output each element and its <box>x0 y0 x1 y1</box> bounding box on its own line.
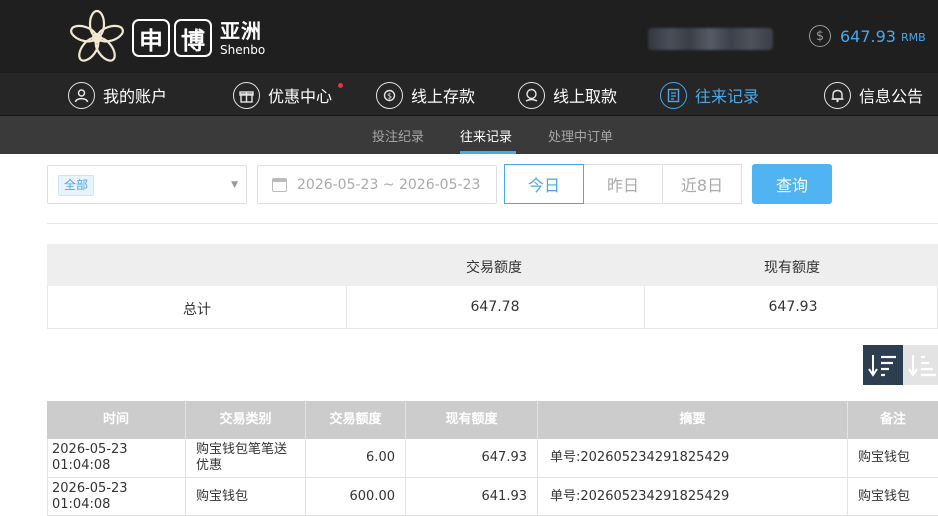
column-header-current-amount[interactable]: 现有额度 <box>406 401 538 439</box>
sort-ascending-button[interactable] <box>903 345 938 385</box>
date-range-picker[interactable]: 2026-05-23 ~ 2026-05-23 <box>257 165 497 204</box>
yesterday-button[interactable]: 昨日 <box>583 164 663 204</box>
active-tab-indicator <box>460 151 516 154</box>
divider <box>47 223 938 224</box>
selected-type-tag: 全部 <box>58 175 95 196</box>
logo-char-1: 申 <box>132 19 170 57</box>
column-header-time[interactable]: 时间 <box>47 401 186 439</box>
logo-char-2: 博 <box>174 19 212 57</box>
balance-amount: 647.93 <box>840 26 896 46</box>
nav-item-promotions[interactable]: 优惠中心 <box>233 81 332 109</box>
cell-summary: 单号:202605234291825429 <box>550 488 730 504</box>
sort-asc-icon <box>908 355 936 377</box>
summary-row: 总计 647.78 647.93 <box>47 286 938 329</box>
query-button[interactable]: 查询 <box>752 164 832 204</box>
table-row: 2026-05-23 01:04:08 购宝钱包笔笔送优惠 6.00 647.9… <box>47 439 938 478</box>
column-header-remark[interactable]: 备注 <box>848 401 938 439</box>
summary-header: 交易额度 现有额度 <box>47 244 938 286</box>
deposit-icon: $ <box>376 81 403 109</box>
cell-trade-amount: 600.00 <box>349 488 396 504</box>
svg-text:$: $ <box>387 91 392 100</box>
cell-trade-amount: 6.00 <box>366 450 395 465</box>
logo-cn-text: 亚洲 <box>220 18 262 43</box>
summary-total-label: 总计 <box>183 302 211 318</box>
site-logo[interactable]: 申 博 亚洲 Shenbo <box>66 8 265 68</box>
balance-currency: RMB <box>900 31 926 44</box>
date-range-value: 2026-05-23 ~ 2026-05-23 <box>297 176 481 193</box>
tab-transaction-records[interactable]: 往来记录 <box>460 126 512 145</box>
cell-time: 2026-05-23 01:04:08 <box>52 442 128 473</box>
cell-time: 2026-05-23 01:04:08 <box>52 480 128 512</box>
main-nav: 我的账户 优惠中心 $ 线上存款 线上取款 往来记录 信息公告 <box>0 73 938 116</box>
nav-label: 优惠中心 <box>268 87 333 106</box>
cell-summary: 单号:202605234291825429 <box>550 450 730 465</box>
sub-nav: 投注纪录 往来记录 处理中订单 <box>0 116 938 154</box>
bell-icon <box>824 81 851 109</box>
nav-label: 线上取款 <box>553 87 618 106</box>
calendar-icon <box>272 177 287 192</box>
nav-label: 线上存款 <box>411 87 476 106</box>
cell-current-amount: 647.93 <box>481 450 528 465</box>
cell-current-amount: 641.93 <box>481 488 528 504</box>
sort-desc-icon <box>868 355 896 377</box>
flower-logo-icon <box>70 9 124 62</box>
gift-icon <box>233 81 260 109</box>
summary-current-amount: 647.93 <box>768 299 818 315</box>
user-icon <box>68 81 95 109</box>
nav-item-my-account[interactable]: 我的账户 <box>68 81 167 109</box>
cell-remark: 购宝钱包 <box>858 488 911 504</box>
tab-bet-records[interactable]: 投注纪录 <box>372 126 424 145</box>
cell-type: 购宝钱包笔笔送优惠 <box>196 442 288 473</box>
balance-display: $ 647.93 RMB <box>809 25 926 47</box>
column-header-summary[interactable]: 摘要 <box>538 401 848 439</box>
notification-dot <box>338 83 343 88</box>
summary-header-current: 现有额度 <box>764 260 820 276</box>
sort-descending-button[interactable] <box>863 345 903 385</box>
nav-item-announcements[interactable]: 信息公告 <box>824 81 923 109</box>
records-table-header: 时间 交易类别 交易额度 现有额度 摘要 备注 <box>47 401 938 439</box>
records-icon <box>660 81 687 109</box>
nav-label: 信息公告 <box>859 87 924 106</box>
cell-type: 购宝钱包 <box>196 488 249 504</box>
nav-item-deposit[interactable]: $ 线上存款 <box>376 81 475 109</box>
cell-remark: 购宝钱包 <box>858 450 911 465</box>
coin-icon: $ <box>809 25 831 47</box>
column-header-trade-amount[interactable]: 交易额度 <box>306 401 406 439</box>
nav-item-records[interactable]: 往来记录 <box>660 81 759 109</box>
summary-trade-amount: 647.78 <box>470 299 520 315</box>
top-header: 申 博 亚洲 Shenbo $ 647.93 RMB <box>0 0 938 73</box>
nav-item-withdraw[interactable]: 线上取款 <box>518 81 617 109</box>
today-button[interactable]: 今日 <box>504 164 584 204</box>
last-8-days-button[interactable]: 近8日 <box>662 164 742 204</box>
table-row: 2026-05-23 01:04:08 购宝钱包 600.00 641.93 单… <box>47 478 938 516</box>
chevron-down-icon: ▼ <box>231 180 238 190</box>
summary-header-trade: 交易额度 <box>466 260 522 276</box>
nav-label: 我的账户 <box>103 87 168 106</box>
masked-username <box>648 28 773 50</box>
logo-en-text: Shenbo <box>220 42 266 57</box>
tab-pending-orders[interactable]: 处理中订单 <box>548 126 613 145</box>
nav-label: 往来记录 <box>695 87 760 106</box>
withdraw-icon <box>518 81 545 109</box>
column-header-type[interactable]: 交易类别 <box>186 401 306 439</box>
transaction-type-select[interactable]: 全部 ▼ <box>47 165 247 204</box>
